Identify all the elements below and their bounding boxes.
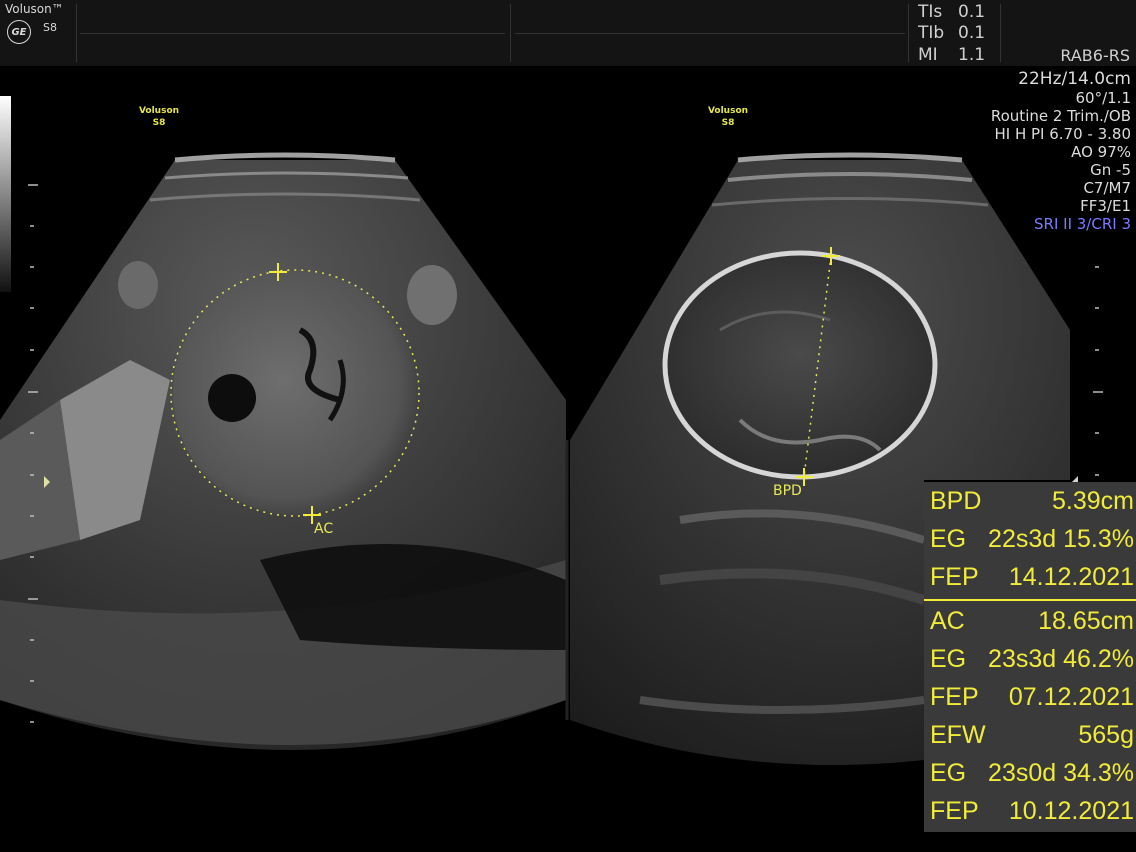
- safety-index-tib: TIb 0.1: [918, 23, 985, 43]
- model-name: S8: [43, 21, 57, 34]
- result-label: FEP: [930, 563, 979, 591]
- result-row: FEP 07.12.2021: [930, 683, 1134, 715]
- safety-key: MI: [918, 45, 938, 65]
- result-label: EG: [930, 759, 967, 787]
- voluson-tag-line: S8: [152, 118, 166, 128]
- result-label: AC: [930, 607, 965, 635]
- param-preset: Routine 2 Trim./OB: [990, 107, 1131, 125]
- param-angle: 60°/1.1: [1075, 89, 1132, 107]
- result-row: FEP 14.12.2021: [930, 563, 1134, 595]
- bpd-label: BPD: [773, 483, 802, 499]
- result-label: BPD: [930, 487, 982, 515]
- safety-value: 1.1: [958, 45, 986, 65]
- safety-index-tis: TIs 0.1: [918, 2, 985, 22]
- safety-index-mi: MI 1.1: [918, 45, 985, 65]
- safety-value: 0.1: [958, 2, 986, 22]
- voluson-tag-line: Voluson: [707, 106, 749, 116]
- result-row: EG 23s0d 34.3%: [930, 759, 1134, 791]
- left-sector: [0, 152, 566, 750]
- safety-value: 0.1: [958, 23, 986, 43]
- measurement-results-panel: BPD 5.39cm EG 22s3d 15.3% FEP 14.12.2021…: [924, 482, 1136, 832]
- ac-label: AC: [314, 521, 334, 537]
- voluson-tag-line: Voluson: [138, 106, 180, 116]
- param-gain: Gn -5: [1090, 161, 1131, 179]
- result-row: EFW 565g: [930, 721, 1134, 753]
- param-frame-depth: 22Hz/14.0cm: [1018, 69, 1131, 89]
- result-value: 18.65cm: [1038, 607, 1134, 635]
- result-label: FEP: [930, 683, 979, 711]
- result-label: EG: [930, 645, 967, 673]
- depth-scale-right: [1093, 266, 1103, 476]
- safety-key: TIb: [918, 23, 945, 43]
- result-value: 5.39cm: [1052, 487, 1134, 515]
- result-value: 14.12.2021: [1008, 563, 1134, 591]
- result-value: 07.12.2021: [1008, 683, 1134, 711]
- param-sri: SRI II 3/CRI 3: [1034, 215, 1131, 233]
- param-harmonics: HI H PI 6.70 - 3.80: [994, 125, 1131, 143]
- safety-key: TIs: [918, 2, 943, 22]
- acquisition-parameters: 22Hz/14.0cm 60°/1.1 Routine 2 Trim./OB H…: [991, 69, 1131, 233]
- result-row: EG 22s3d 15.3%: [930, 525, 1134, 557]
- param-filter: FF3/E1: [1080, 197, 1131, 215]
- voluson-tag-right: Voluson S8: [707, 105, 749, 129]
- header-divider: [80, 33, 505, 34]
- result-row: FEP 10.12.2021: [930, 797, 1134, 829]
- results-divider: [924, 599, 1136, 601]
- header-divider: [510, 4, 511, 62]
- probe-name: RAB6-RS: [1060, 46, 1130, 65]
- param-map: C7/M7: [1083, 179, 1131, 197]
- result-value: 565g: [1078, 721, 1134, 749]
- result-row: BPD 5.39cm: [930, 487, 1134, 519]
- param-acoustic-output: AO 97%: [1071, 143, 1131, 161]
- result-row: AC 18.65cm: [930, 607, 1134, 639]
- header-divider: [76, 4, 77, 62]
- voluson-tag-line: S8: [721, 118, 735, 128]
- voluson-tag-left: Voluson S8: [138, 105, 180, 129]
- result-value: 23s0d 34.3%: [988, 759, 1134, 787]
- result-label: EFW: [930, 721, 986, 749]
- brand-name: Voluson™: [5, 2, 64, 16]
- result-label: FEP: [930, 797, 979, 825]
- header-divider: [908, 4, 909, 62]
- result-label: EG: [930, 525, 967, 553]
- header-divider: [515, 33, 905, 34]
- header-bar: Voluson™ GE S8 TIs 0.1 TIb 0.1 MI 1.1 RAB6-…: [0, 0, 1136, 66]
- ge-logo-icon: GE: [7, 20, 31, 44]
- result-value: 23s3d 46.2%: [988, 645, 1134, 673]
- result-value: 22s3d 15.3%: [988, 525, 1134, 553]
- header-divider: [1000, 4, 1001, 62]
- result-value: 10.12.2021: [1008, 797, 1134, 825]
- ultrasound-screen: Voluson™ GE S8 TIs 0.1 TIb 0.1 MI 1.1 RAB6-…: [0, 0, 1136, 852]
- result-row: EG 23s3d 46.2%: [930, 645, 1134, 677]
